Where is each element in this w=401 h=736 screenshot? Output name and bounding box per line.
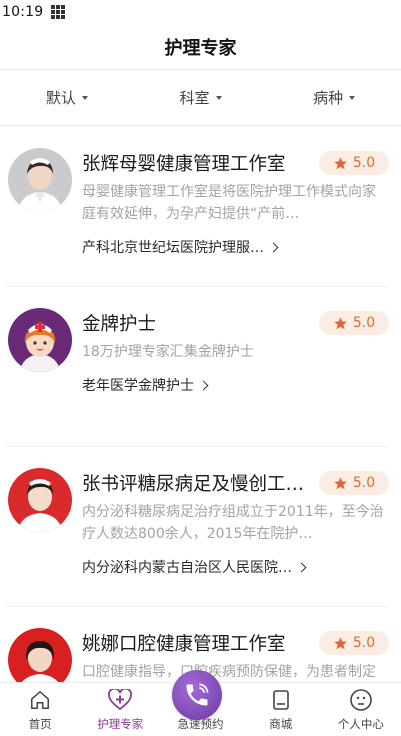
- rating-badge: 5.0: [319, 471, 389, 495]
- chevron-right-icon: [296, 562, 307, 572]
- expert-department-link[interactable]: 产科北京世纪坛医院护理服…: [82, 237, 389, 257]
- tab-label: 护理专家: [97, 717, 144, 731]
- filter-disease[interactable]: 病种: [267, 70, 401, 125]
- filter-default[interactable]: 默认: [0, 70, 134, 125]
- tab-home[interactable]: 首页: [0, 683, 80, 736]
- caret-down-icon: [81, 95, 88, 100]
- status-time: 10:19: [2, 4, 44, 20]
- filter-department[interactable]: 科室: [134, 70, 268, 125]
- filter-bar: 默认 科室 病种: [0, 70, 401, 126]
- tab-nursing-experts[interactable]: 护理专家: [80, 683, 160, 736]
- face-icon: [349, 687, 373, 713]
- expert-department: 老年医学金牌护士: [82, 378, 194, 394]
- quick-booking-button[interactable]: [172, 670, 222, 720]
- heart-plus-icon: [108, 687, 133, 713]
- tab-label: 商城: [269, 717, 293, 731]
- page-title: 护理专家: [164, 37, 237, 59]
- expert-title: 张辉母婴健康管理工作室: [82, 154, 286, 175]
- apps-grid-icon: [51, 5, 66, 19]
- rating-value: 5.0: [352, 315, 376, 331]
- filter-label: 病种: [313, 89, 344, 107]
- chevron-right-icon: [268, 242, 279, 252]
- expert-title: 姚娜口腔健康管理工作室: [82, 634, 286, 655]
- expert-department-link[interactable]: 内分泌科内蒙古自治区人民医院…: [82, 557, 389, 577]
- expert-department: 产科北京世纪坛医院护理服…: [82, 240, 264, 256]
- star-icon: [334, 156, 347, 169]
- expert-description: 内分泌科糖尿病足治疗组成立于2011年，至今治疗人数达800余人，2015年在院…: [82, 504, 384, 542]
- expert-avatar: [8, 308, 72, 372]
- tab-label: 首页: [28, 717, 52, 731]
- expert-department: 内分泌科内蒙古自治区人民医院…: [82, 560, 292, 576]
- expert-title: 金牌护士: [82, 314, 157, 335]
- rating-badge: 5.0: [319, 151, 389, 175]
- expert-department-link[interactable]: 老年医学金牌护士: [82, 375, 389, 395]
- expert-avatar: [8, 148, 72, 212]
- expert-card[interactable]: 张书评糖尿病足及慢创工… 5.0 内分泌科糖尿病足治疗组成立于2011年，至今治…: [6, 447, 389, 607]
- caret-down-icon: [349, 95, 356, 100]
- book-icon: [271, 687, 291, 713]
- rating-badge: 5.0: [319, 631, 389, 655]
- expert-description: 口腔健康指导，口腔疾病预防保健，为患者制定个性化口腔健康指导，包括建立…: [82, 664, 376, 680]
- nav-bar: 护理专家: [0, 24, 401, 70]
- star-icon: [334, 316, 347, 329]
- phone-icon: [186, 683, 209, 706]
- expert-avatar: [8, 468, 72, 532]
- expert-list: 张辉母婴健康管理工作室 5.0 母婴健康管理工作室是将医院护理工作模式向家庭有效…: [0, 127, 401, 682]
- tab-profile[interactable]: 个人中心: [321, 683, 401, 736]
- chevron-right-icon: [198, 380, 209, 390]
- expert-card[interactable]: 张辉母婴健康管理工作室 5.0 母婴健康管理工作室是将医院护理工作模式向家庭有效…: [6, 127, 389, 287]
- filter-label: 科室: [179, 89, 210, 107]
- star-icon: [334, 476, 347, 489]
- expert-title: 张书评糖尿病足及慢创工…: [82, 474, 305, 495]
- rating-value: 5.0: [352, 475, 376, 491]
- home-icon: [29, 687, 51, 713]
- tab-label: 个人中心: [337, 717, 384, 731]
- caret-down-icon: [215, 95, 222, 100]
- expert-description: 18万护理专家汇集金牌护士: [82, 344, 254, 360]
- tab-mall[interactable]: 商城: [241, 683, 321, 736]
- rating-value: 5.0: [352, 155, 376, 171]
- rating-badge: 5.0: [319, 311, 389, 335]
- star-icon: [334, 636, 347, 649]
- expert-description: 母婴健康管理工作室是将医院护理工作模式向家庭有效延伸，为孕产妇提供“产前…: [82, 184, 376, 222]
- status-bar: 10:19: [0, 0, 401, 24]
- expert-avatar: [8, 628, 72, 682]
- filter-label: 默认: [45, 89, 76, 107]
- rating-value: 5.0: [352, 635, 376, 651]
- expert-card[interactable]: 金牌护士 5.0 18万护理专家汇集金牌护士 老年医学金牌护士: [6, 287, 389, 447]
